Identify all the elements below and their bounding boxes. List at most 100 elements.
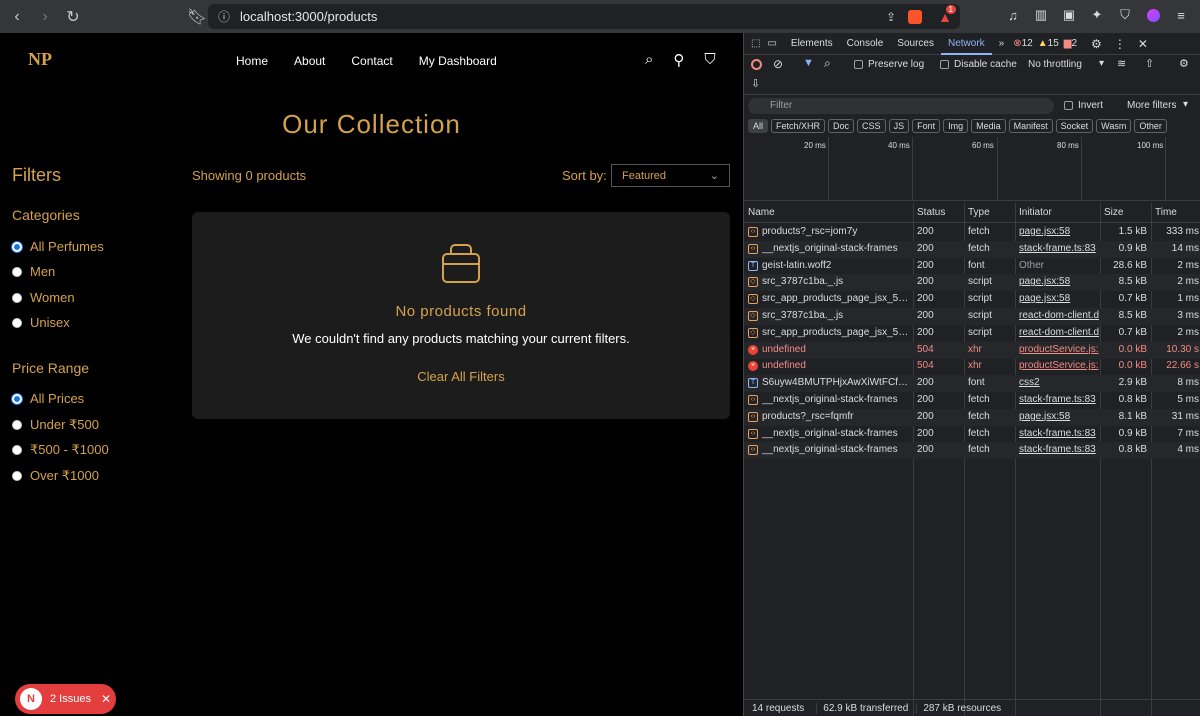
back-icon[interactable]: ‹ — [6, 6, 28, 28]
import-har-icon[interactable]: ⇧ — [1145, 57, 1154, 70]
brave-shield-icon[interactable] — [908, 9, 922, 24]
request-initiator[interactable]: stack-frame.ts:83 — [1019, 243, 1099, 254]
chip-doc[interactable]: Doc — [828, 119, 855, 133]
request-initiator[interactable]: page.jsx:58 — [1019, 411, 1099, 422]
radio-selected[interactable] — [12, 241, 22, 252]
chip-all[interactable]: All — [748, 119, 769, 133]
profile-icon[interactable] — [1144, 6, 1162, 24]
next-issues-badge[interactable]: N 2 Issues ✕ — [15, 684, 116, 714]
wallet-icon[interactable]: ▣ — [1060, 6, 1078, 24]
chip-css[interactable]: CSS — [857, 119, 886, 133]
music-icon[interactable]: ♫ — [1004, 6, 1022, 24]
request-initiator[interactable]: stack-frame.ts:83 — [1019, 394, 1099, 405]
chip-media[interactable]: Media — [971, 119, 1006, 133]
nav-dashboard[interactable]: My Dashboard — [419, 54, 497, 68]
col-type[interactable]: Type — [968, 207, 990, 218]
device-toolbar-icon[interactable]: ▭ — [767, 33, 783, 55]
radio[interactable] — [12, 266, 22, 277]
radio[interactable] — [12, 420, 22, 430]
throttle-dropdown-icon[interactable]: ▾ — [1099, 58, 1104, 69]
menu-icon[interactable]: ≡ — [1172, 6, 1190, 24]
shopping-bag-icon[interactable]: ⛉ — [704, 51, 715, 69]
kebab-menu-icon[interactable]: ⋮ — [1114, 37, 1126, 51]
request-initiator[interactable]: productService.js: — [1019, 344, 1099, 355]
table-row[interactable]: ‹› __nextjs_original-stack-frames 200 fetch… — [744, 392, 1200, 409]
radio[interactable] — [12, 317, 22, 328]
preserve-log-checkbox[interactable] — [854, 60, 863, 69]
throttling-select[interactable]: No throttling — [1028, 59, 1082, 70]
category-option-all[interactable]: All Perfumes — [12, 239, 104, 254]
brand-logo[interactable]: NP — [28, 49, 58, 75]
vpn-icon[interactable]: ⛉ — [1116, 6, 1134, 24]
col-size[interactable]: Size — [1104, 207, 1123, 218]
table-row[interactable]: ‹› __nextjs_original-stack-frames 200 fetch… — [744, 442, 1200, 460]
more-filters-button[interactable]: More filters — [1127, 100, 1176, 111]
category-option-unisex[interactable]: Unisex — [12, 315, 70, 330]
nav-contact[interactable]: Contact — [351, 54, 392, 68]
close-devtools-icon[interactable]: ✕ — [1138, 37, 1148, 51]
request-initiator[interactable]: Other — [1019, 260, 1099, 271]
col-status[interactable]: Status — [917, 207, 945, 218]
chip-wasm[interactable]: Wasm — [1096, 119, 1132, 133]
nav-about[interactable]: About — [294, 54, 325, 68]
filter-input[interactable]: Filter — [748, 98, 1054, 114]
table-row[interactable]: T S6uyw4BMUTPHjxAwXiWtFCf… 200 font css2 2.9 … — [744, 375, 1200, 393]
warning-count-icon[interactable]: ▲ — [1038, 38, 1048, 49]
request-initiator[interactable]: productService.js: — [1019, 360, 1099, 371]
chip-other[interactable]: Other — [1134, 119, 1167, 133]
price-option-over-1000[interactable]: Over ₹1000 — [12, 468, 99, 484]
tab-sources[interactable]: Sources — [890, 33, 941, 55]
close-icon[interactable]: ✕ — [101, 692, 111, 706]
radio[interactable] — [12, 292, 22, 303]
export-har-icon[interactable]: ⇩ — [751, 77, 760, 90]
forward-icon[interactable]: › — [34, 6, 56, 28]
settings-icon[interactable]: ⚙ — [1091, 37, 1102, 51]
chip-img[interactable]: Img — [943, 119, 969, 133]
tab-console[interactable]: Console — [840, 33, 891, 55]
clear-filters-button[interactable]: Clear All Filters — [192, 369, 730, 384]
tab-elements[interactable]: Elements — [784, 33, 840, 55]
table-row[interactable]: Tgeist-latin.woff2 200 font Other 28.6 kB 2 m… — [744, 258, 1200, 275]
chip-manifest[interactable]: Manifest — [1008, 119, 1053, 133]
tab-network[interactable]: Network — [940, 33, 992, 55]
radio[interactable] — [12, 471, 22, 481]
site-info-icon[interactable]: ⓘ — [218, 8, 230, 25]
request-initiator[interactable]: page.jsx:58 — [1019, 276, 1099, 287]
issues-count-icon[interactable]: ▆ — [1064, 38, 1072, 49]
category-option-women[interactable]: Women — [12, 290, 75, 305]
radio[interactable] — [12, 445, 22, 455]
sort-select[interactable]: Featured ⌄ — [611, 164, 730, 187]
record-icon[interactable] — [751, 59, 762, 70]
category-option-men[interactable]: Men — [12, 264, 55, 279]
request-initiator[interactable]: react-dom-client.d — [1019, 310, 1099, 321]
leo-icon[interactable]: ✦ — [1088, 6, 1106, 24]
disable-cache-checkbox[interactable] — [940, 60, 949, 69]
request-initiator[interactable]: page.jsx:58 — [1019, 293, 1099, 304]
nav-home[interactable]: Home — [236, 54, 268, 68]
radio-selected[interactable] — [12, 393, 22, 404]
chip-fetch-xhr[interactable]: Fetch/XHR — [771, 119, 826, 133]
bookmark-icon[interactable]: 🔖︎ — [186, 6, 208, 28]
network-timeline[interactable]: 20 ms 40 ms 60 ms 80 ms 100 ms — [744, 137, 1200, 201]
col-name[interactable]: Name — [748, 207, 775, 218]
inspect-icon[interactable]: ⬚ — [744, 33, 767, 55]
price-option-500-1000[interactable]: ₹500 - ₹1000 — [12, 442, 109, 458]
col-initiator[interactable]: Initiator — [1019, 207, 1052, 218]
request-initiator[interactable]: stack-frame.ts:83 — [1019, 444, 1099, 455]
more-filters-chevron-icon[interactable]: ▾ — [1183, 99, 1188, 110]
chip-js[interactable]: JS — [888, 119, 910, 133]
table-row[interactable]: ◇ src_app_products_page_jsx_5… 200 script pa… — [744, 291, 1200, 308]
network-conditions-icon[interactable]: ≋ — [1117, 57, 1126, 70]
request-initiator[interactable]: css2 — [1019, 377, 1099, 388]
table-row[interactable]: ‹› __nextjs_original-stack-frames 200 fetch… — [744, 426, 1200, 443]
table-row[interactable]: ‹› products?_rsc=jom7y 200 fetch page.jsx:58… — [744, 224, 1200, 241]
price-option-all[interactable]: All Prices — [12, 391, 84, 406]
filter-icon[interactable]: ▼ — [803, 57, 814, 69]
reload-icon[interactable]: ↻ — [62, 6, 84, 28]
search-icon[interactable]: ⌕ — [645, 51, 653, 69]
col-time[interactable]: Time — [1155, 207, 1177, 218]
share-icon[interactable]: ⇪ — [886, 10, 896, 24]
user-icon[interactable]: ⚲ — [673, 51, 684, 69]
table-row[interactable]: ◇ src_3787c1ba._.js 200 script react-dom-cli… — [744, 308, 1200, 325]
request-initiator[interactable]: react-dom-client.d — [1019, 327, 1099, 338]
